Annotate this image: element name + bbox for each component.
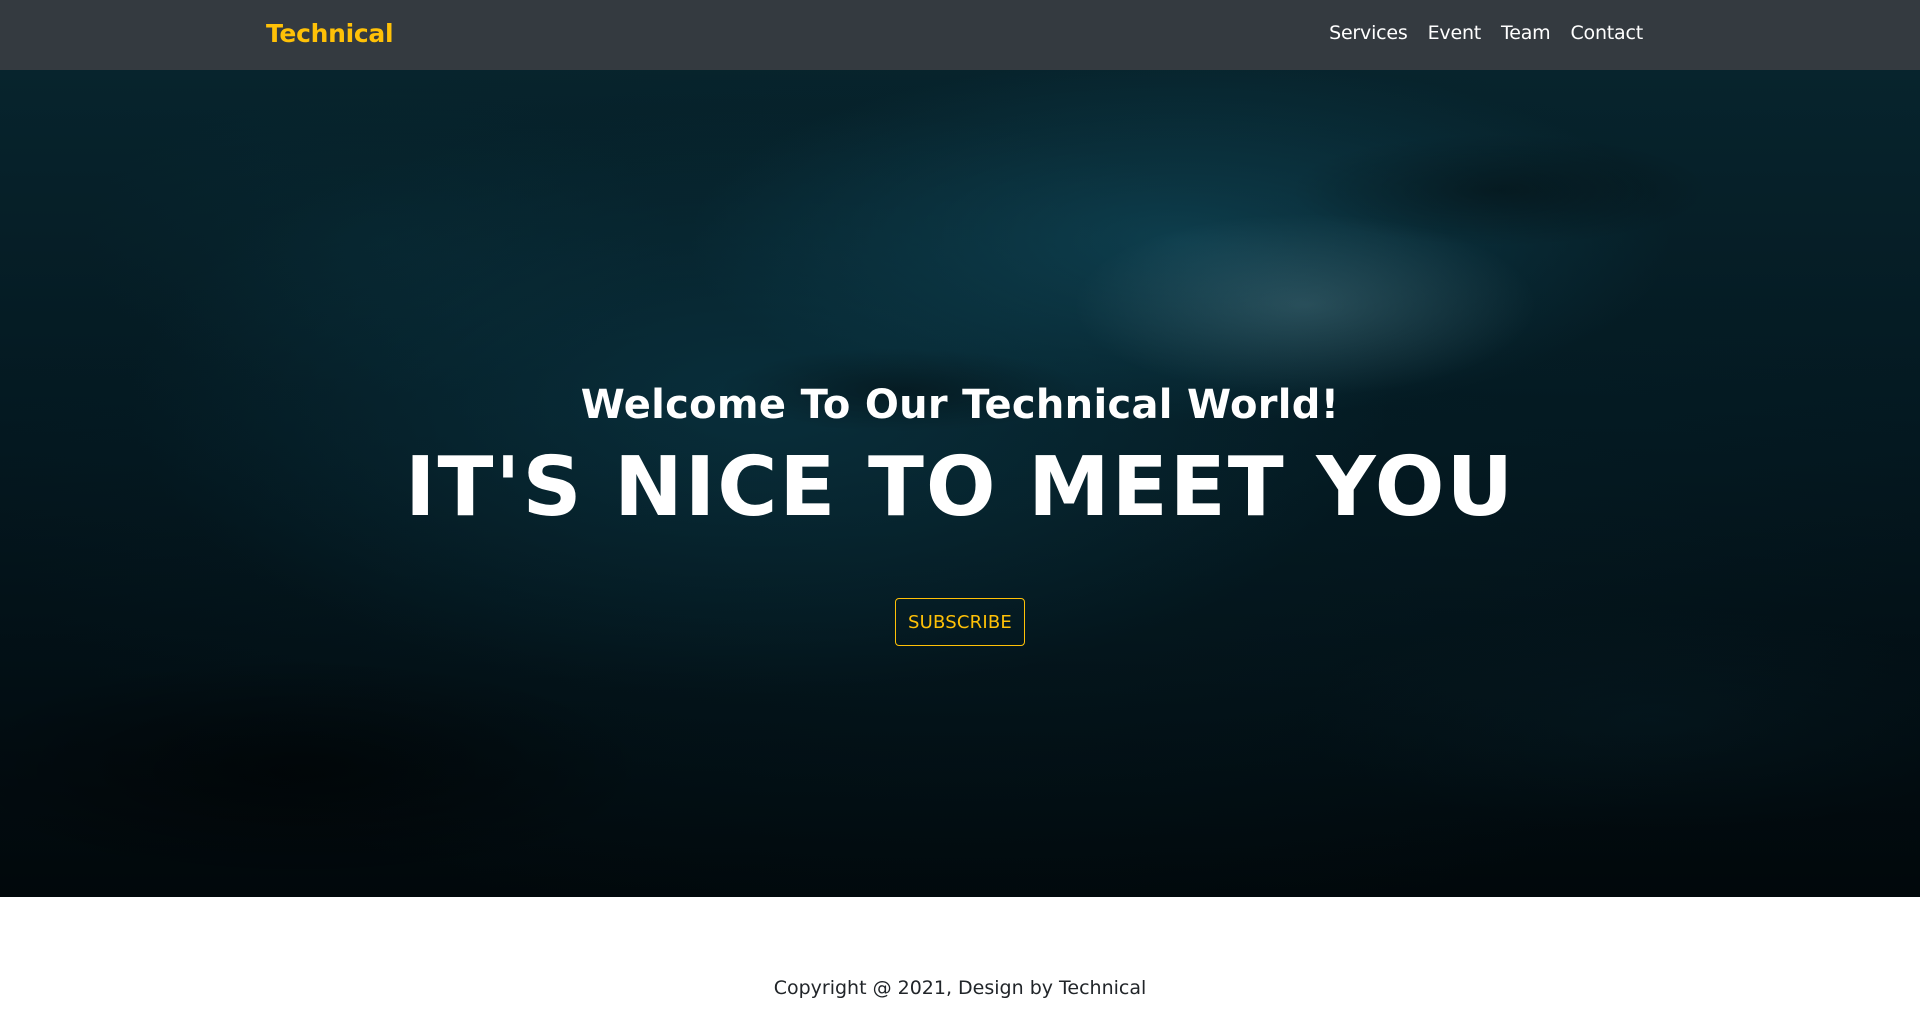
nav-link-services[interactable]: Services	[1329, 22, 1408, 44]
nav-links: Services Event Team Contact	[1329, 22, 1643, 44]
hero-welcome-text: Welcome To Our Technical World!	[580, 382, 1340, 428]
subscribe-button[interactable]: SUBSCRIBE	[895, 598, 1025, 646]
nav-link-contact[interactable]: Contact	[1570, 22, 1643, 44]
nav-link-team[interactable]: Team	[1501, 22, 1551, 44]
page-footer: Copyright @ 2021, Design by Technical	[0, 897, 1920, 1021]
hero-headline: IT'S NICE TO MEET YOU	[404, 440, 1516, 535]
nav-link-event[interactable]: Event	[1428, 22, 1482, 44]
top-navbar: Technical Services Event Team Contact	[0, 0, 1920, 70]
hero-section: Welcome To Our Technical World! IT'S NIC…	[0, 70, 1920, 897]
footer-copyright: Copyright @ 2021, Design by Technical	[773, 977, 1147, 999]
brand-logo-link[interactable]: Technical	[266, 19, 394, 48]
